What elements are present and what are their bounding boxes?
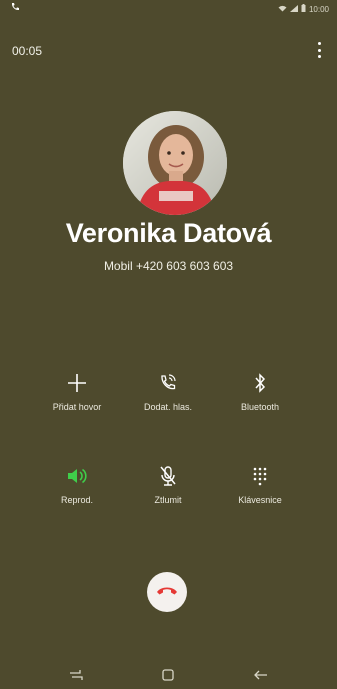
status-bar: 10:00	[0, 0, 337, 20]
keypad-button[interactable]: Klávesnice	[215, 463, 305, 505]
mute-button[interactable]: Ztlumit	[123, 463, 213, 505]
more-options-icon[interactable]	[315, 42, 323, 58]
end-call-icon	[156, 583, 178, 601]
contact-number: Mobil +420 603 603 603	[103, 259, 234, 273]
bluetooth-button[interactable]: Bluetooth	[215, 370, 305, 412]
speaker-label: Reprod.	[60, 495, 94, 505]
status-time: 10:00	[308, 4, 329, 14]
status-icons: 10:00	[278, 4, 329, 14]
mute-mic-icon	[123, 463, 213, 489]
add-call-label: Přidat hovor	[52, 402, 102, 412]
voicemail-call-label: Dodat. hlas.	[143, 402, 193, 412]
back-icon[interactable]	[251, 666, 271, 684]
bluetooth-label: Bluetooth	[240, 402, 280, 412]
add-call-button[interactable]: Přidat hovor	[32, 370, 122, 412]
voicemail-call-button[interactable]: Dodat. hlas.	[123, 370, 213, 412]
contact-avatar	[123, 111, 227, 215]
in-call-screen: 10:00 00:05 Veronika Datová Mobil +420 6…	[0, 0, 337, 689]
bluetooth-icon	[215, 370, 305, 396]
speaker-button[interactable]: Reprod.	[32, 463, 122, 505]
recent-apps-icon[interactable]	[66, 666, 86, 684]
signal-icon	[289, 4, 298, 14]
navigation-bar	[0, 662, 337, 689]
mute-label: Ztlumit	[154, 495, 182, 505]
wifi-icon	[278, 5, 287, 14]
battery-icon	[301, 4, 306, 14]
keypad-icon	[215, 463, 305, 489]
phone-icon	[10, 2, 20, 15]
voicemail-call-icon	[123, 370, 213, 396]
end-call-button[interactable]	[147, 572, 187, 612]
contact-name: Veronika Datová	[65, 218, 272, 248]
add-call-icon	[32, 370, 122, 396]
speaker-icon	[32, 463, 122, 489]
keypad-label: Klávesnice	[238, 495, 282, 505]
call-timer: 00:05	[12, 44, 43, 58]
home-icon[interactable]	[158, 666, 178, 684]
